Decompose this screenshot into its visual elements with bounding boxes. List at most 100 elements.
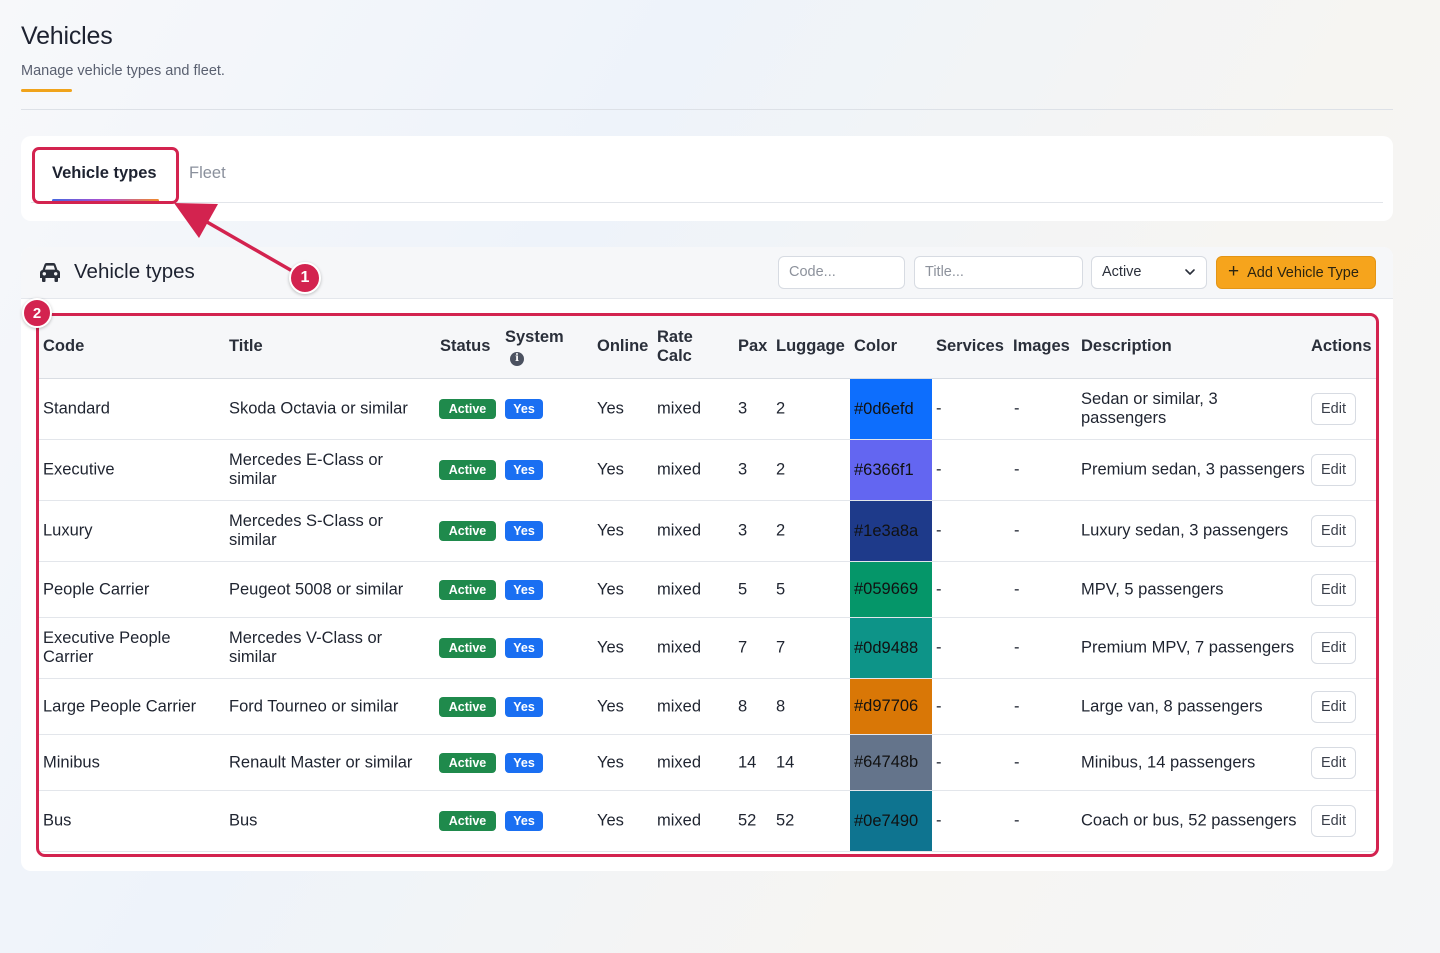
cell-code: Standard — [43, 399, 110, 418]
cell-title: Ford Tourneo or similar — [229, 697, 399, 715]
edit-button[interactable]: Edit — [1311, 805, 1356, 837]
system-badge: Yes — [505, 399, 543, 419]
cell-title: Mercedes V-Class or similar — [229, 629, 383, 666]
cell-rate-calc: mixed — [657, 580, 702, 598]
add-vehicle-type-button[interactable]: + Add Vehicle Type — [1216, 256, 1376, 289]
edit-button[interactable]: Edit — [1311, 746, 1356, 779]
col-header-online[interactable]: Online — [597, 337, 648, 356]
cell-services: - — [936, 638, 942, 657]
system-badge: Yes — [505, 579, 543, 600]
status-badge: Active — [439, 811, 496, 831]
cell-images: - — [1014, 697, 1020, 715]
cell-luggage: 52 — [776, 811, 795, 830]
cell-online: Yes — [597, 753, 624, 771]
cell-images: - — [1014, 460, 1020, 479]
col-header-color[interactable]: Color — [854, 337, 897, 356]
cell-online: Yes — [597, 638, 624, 657]
color-swatch: #059669 — [850, 562, 932, 617]
status-badge: Active — [439, 460, 496, 480]
status-filter-select[interactable]: Active — [1091, 256, 1207, 289]
cell-rate-calc: mixed — [657, 638, 702, 657]
chevron-down-icon — [1185, 269, 1195, 275]
col-header-luggage[interactable]: Luggage — [776, 337, 845, 356]
color-swatch-label: #0d9488 — [854, 638, 919, 657]
system-badge: Yes — [505, 638, 543, 658]
edit-button[interactable]: Edit — [1311, 573, 1356, 606]
cell-images: - — [1014, 811, 1020, 830]
card-header: Vehicle types Code... Title... Active + … — [21, 247, 1393, 299]
page-title: Vehicles — [21, 22, 113, 50]
edit-button[interactable]: Edit — [1311, 393, 1356, 425]
status-badge: Active — [439, 579, 496, 600]
col-header-title[interactable]: Title — [229, 337, 263, 356]
col-header-description[interactable]: Description — [1081, 337, 1172, 356]
col-header-system[interactable]: System i — [505, 328, 564, 366]
cell-code: Large People Carrier — [43, 697, 197, 715]
cell-services: - — [936, 697, 942, 715]
color-swatch-label: #d97706 — [854, 697, 919, 715]
edit-button[interactable]: Edit — [1311, 515, 1356, 547]
cell-title: Mercedes E-Class or similar — [229, 451, 384, 488]
col-header-pax[interactable]: Pax — [738, 337, 767, 356]
cell-code: Executive — [43, 460, 115, 479]
col-header-services[interactable]: Services — [936, 337, 1004, 356]
cell-services: - — [936, 753, 942, 771]
status-badge: Active — [439, 521, 496, 541]
col-header-code[interactable]: Code — [43, 337, 84, 356]
status-filter-value: Active — [1102, 264, 1142, 280]
tab-fleet[interactable]: Fleet — [189, 164, 226, 183]
edit-button[interactable]: Edit — [1311, 454, 1356, 486]
cell-code: Executive People Carrier — [43, 629, 171, 666]
col-header-rate-calc[interactable]: Rate Calc — [657, 328, 705, 366]
tabs-card: Vehicle types Fleet — [21, 136, 1393, 221]
cell-pax: 3 — [738, 521, 748, 540]
cell-title: Mercedes S-Class or similar — [229, 512, 384, 549]
cell-code: Bus — [43, 811, 72, 830]
edit-button[interactable]: Edit — [1311, 632, 1356, 664]
cell-luggage: 2 — [776, 460, 786, 479]
col-header-images[interactable]: Images — [1013, 337, 1070, 356]
cell-services: - — [936, 399, 942, 418]
cell-title: Skoda Octavia or similar — [229, 399, 408, 418]
cell-code: Luxury — [43, 521, 93, 540]
cell-code: Minibus — [43, 753, 100, 771]
cell-services: - — [936, 580, 942, 598]
edit-button[interactable]: Edit — [1311, 690, 1356, 723]
car-icon — [40, 263, 60, 282]
col-header-actions: Actions — [1311, 337, 1372, 355]
title-filter-input[interactable]: Title... — [914, 256, 1083, 289]
cell-description: Luxury sedan, 3 passengers — [1081, 521, 1289, 540]
cell-online: Yes — [597, 811, 624, 830]
color-swatch: #0d9488 — [850, 618, 932, 678]
cell-luggage: 2 — [776, 399, 786, 418]
cell-description: MPV, 5 passengers — [1081, 580, 1224, 598]
status-badge: Active — [439, 638, 496, 658]
callout-badge-2: 2 — [22, 298, 52, 328]
add-vehicle-type-label: Add Vehicle Type — [1247, 264, 1359, 281]
color-swatch-label: #0e7490 — [854, 811, 919, 830]
cell-pax: 52 — [738, 811, 757, 830]
code-filter-input[interactable]: Code... — [778, 256, 905, 289]
title-accent-bar — [21, 89, 72, 92]
table-row: Executive People Carrier Mercedes V-Class… — [37, 618, 1377, 679]
cell-online: Yes — [597, 521, 624, 540]
tabs-divider — [31, 202, 1383, 203]
color-swatch: #64748b — [850, 735, 932, 790]
cell-luggage: 8 — [776, 697, 786, 715]
col-header-status[interactable]: Status — [440, 337, 490, 356]
color-swatch: #1e3a8a — [850, 501, 932, 561]
table-row: Large People Carrier Ford Tourneo or simi… — [37, 679, 1377, 735]
table-row: Executive Mercedes E-Class or similar Acti… — [37, 440, 1377, 501]
info-icon[interactable]: i — [510, 351, 524, 366]
plus-icon: + — [1228, 261, 1240, 282]
cell-rate-calc: mixed — [657, 811, 702, 830]
cell-services: - — [936, 460, 942, 479]
status-badge: Active — [439, 752, 496, 773]
cell-images: - — [1014, 638, 1020, 657]
page-header: Vehicles Manage vehicle types and fleet. — [21, 22, 1393, 92]
system-badge: Yes — [505, 752, 543, 773]
color-swatch: #d97706 — [850, 679, 932, 734]
cell-description: Premium sedan, 3 passengers — [1081, 460, 1305, 479]
color-swatch-label: #1e3a8a — [854, 521, 919, 540]
color-swatch: #6366f1 — [850, 440, 932, 500]
